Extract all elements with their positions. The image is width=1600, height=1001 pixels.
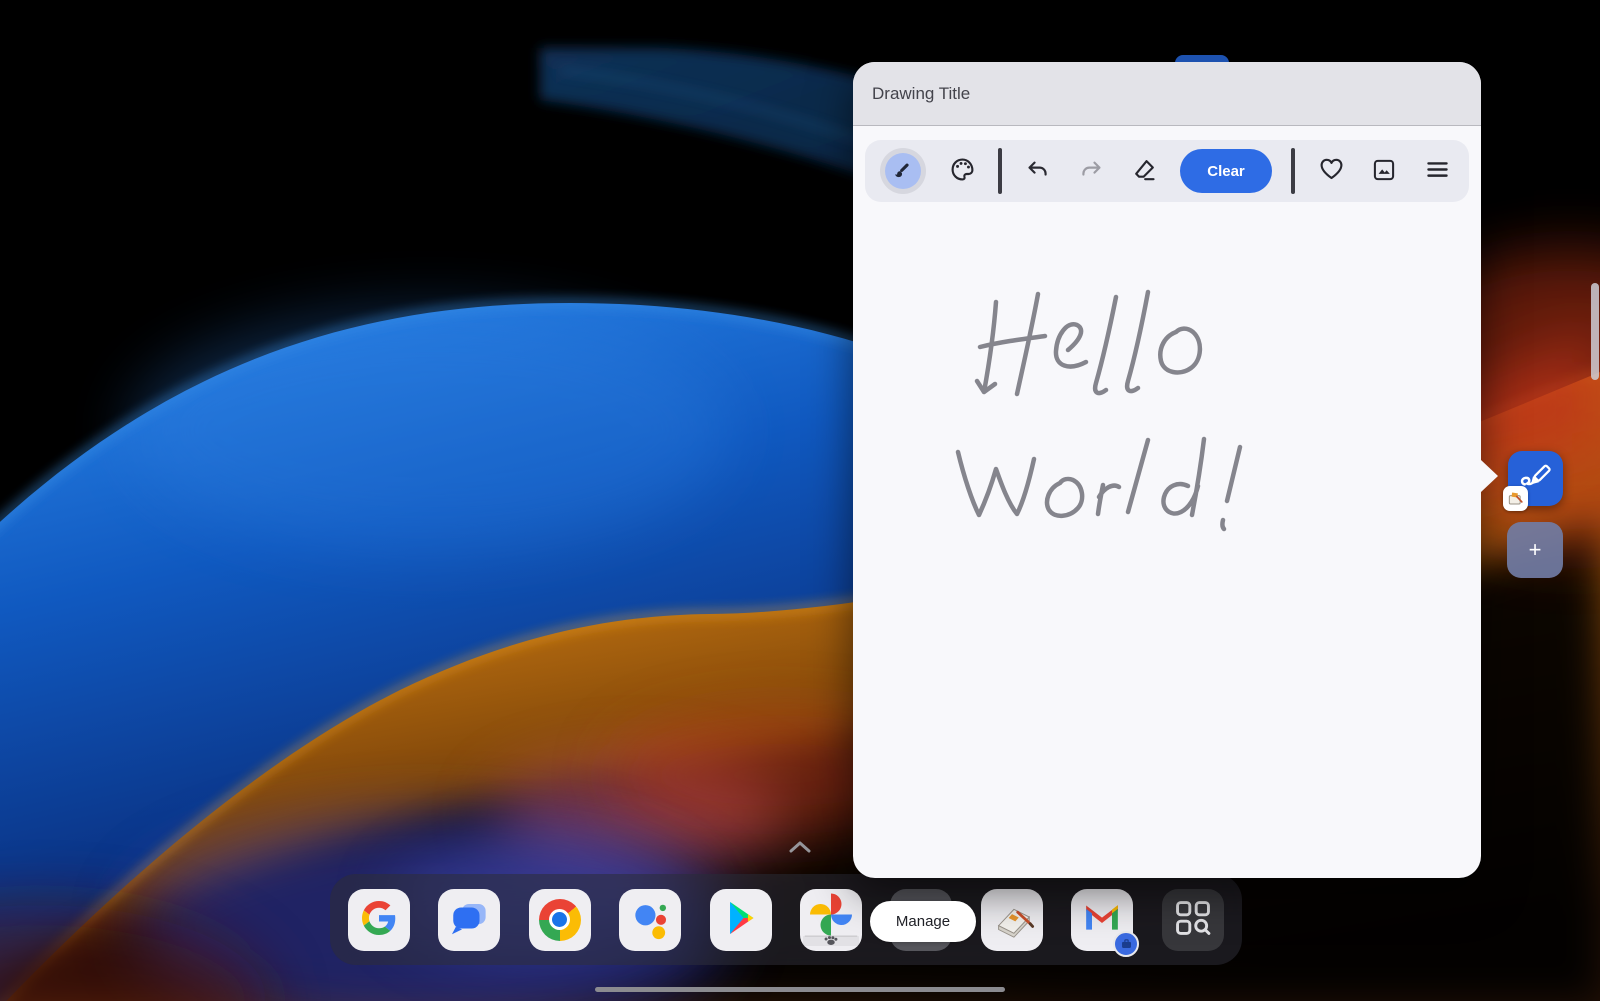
google-photos-icon: [803, 890, 859, 949]
dock-app-chrome[interactable]: [529, 889, 591, 951]
window-edge-arrow[interactable]: [1481, 460, 1498, 492]
dock-app-gmail[interactable]: [1071, 889, 1133, 951]
menu-button[interactable]: [1420, 154, 1454, 188]
hamburger-menu-icon: [1424, 156, 1451, 186]
insert-image-button[interactable]: [1367, 154, 1401, 188]
work-profile-badge-icon: [1113, 931, 1139, 957]
edge-scrollbar[interactable]: [1591, 283, 1599, 380]
paintbrush-icon: [885, 153, 921, 189]
plus-icon: +: [1529, 537, 1542, 563]
toolbar: Clear: [865, 140, 1469, 202]
window-titlebar[interactable]: Drawing Title: [853, 62, 1481, 126]
drawing-app-window: Drawing Title: [853, 62, 1481, 878]
dock: [330, 874, 1242, 965]
eraser-icon: [1131, 156, 1158, 186]
image-icon: [1371, 157, 1397, 186]
dock-app-notebook[interactable]: [981, 889, 1043, 951]
messages-icon: [448, 897, 490, 942]
dock-app-google[interactable]: [348, 889, 410, 951]
new-note-button[interactable]: +: [1507, 522, 1563, 578]
chrome-icon: [539, 899, 581, 941]
clear-button[interactable]: Clear: [1180, 149, 1272, 193]
dock-app-photos[interactable]: [800, 889, 862, 951]
desktop: Drawing Title: [0, 0, 1600, 1001]
undo-icon: [1025, 157, 1051, 186]
toolbar-divider: [1291, 148, 1295, 194]
chevron-up-icon: [789, 841, 811, 856]
expand-dock-chevron[interactable]: [789, 840, 811, 856]
heart-icon: [1318, 156, 1345, 186]
undo-button[interactable]: [1021, 154, 1055, 188]
google-assistant-icon: [628, 896, 672, 943]
dock-app-messages[interactable]: [438, 889, 500, 951]
eraser-button[interactable]: [1127, 154, 1161, 188]
dock-app-widgets-search[interactable]: [1162, 889, 1224, 951]
google-icon: [362, 901, 396, 938]
dock-app-assistant[interactable]: [619, 889, 681, 951]
gmail-icon: [1082, 902, 1122, 937]
favorite-button[interactable]: [1314, 154, 1348, 188]
paintbrush-tool-button[interactable]: [880, 148, 926, 194]
play-store-icon: [722, 898, 760, 941]
redo-icon: [1078, 157, 1104, 186]
redo-button[interactable]: [1074, 154, 1108, 188]
window-title[interactable]: Drawing Title: [872, 84, 970, 104]
widgets-search-icon: [1173, 898, 1213, 941]
palette-icon: [949, 156, 976, 186]
notebook-badge-icon: [1503, 486, 1528, 511]
notebook-icon: [989, 895, 1035, 944]
palette-button[interactable]: [945, 154, 979, 188]
manage-tooltip[interactable]: Manage: [870, 901, 976, 942]
toolbar-divider: [998, 148, 1002, 194]
handwriting-hello-world: [948, 277, 1258, 537]
gesture-navigation-bar[interactable]: [595, 987, 1005, 992]
stylus-notes-button[interactable]: [1508, 451, 1563, 506]
dock-app-play-store[interactable]: [710, 889, 772, 951]
manage-tooltip-label: Manage: [896, 913, 950, 930]
